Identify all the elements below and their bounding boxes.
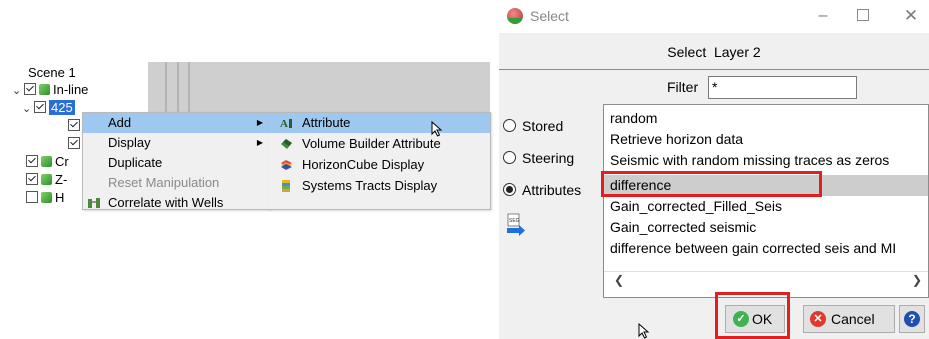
tree-item-label: H bbox=[55, 190, 65, 205]
radio-steering[interactable]: Steering bbox=[503, 148, 574, 168]
radio-label: Stored bbox=[522, 118, 564, 134]
checkbox[interactable] bbox=[26, 173, 38, 185]
submenu-item-horizoncube-display[interactable]: HorizonCube Display bbox=[268, 155, 490, 175]
radio-button[interactable] bbox=[503, 183, 516, 196]
tree-item-child[interactable] bbox=[68, 117, 83, 135]
checkbox[interactable] bbox=[26, 191, 38, 203]
chevron-down-icon[interactable]: ⌄ bbox=[22, 100, 34, 118]
list-item[interactable]: Seismic with random missing traces as ze… bbox=[610, 150, 889, 171]
menu-item-label: Duplicate bbox=[108, 155, 163, 170]
attribute-icon: A bbox=[280, 118, 292, 129]
cube-icon bbox=[41, 174, 52, 185]
title-bar: Select – ✕ bbox=[499, 0, 929, 33]
svg-text:SEG: SEG bbox=[509, 218, 520, 224]
submenu-item-systems-tracts-display[interactable]: Systems Tracts Display bbox=[268, 176, 490, 196]
menu-item-label: Add bbox=[108, 115, 132, 130]
menu-item-display[interactable]: Display ▶ bbox=[83, 133, 269, 153]
tree-item-inline[interactable]: ⌄ In-line bbox=[12, 81, 88, 99]
tree-item-cr[interactable]: Cr bbox=[26, 153, 69, 171]
maximize-icon bbox=[857, 9, 869, 21]
submenu-item-attribute[interactable]: A Attribute bbox=[268, 113, 490, 133]
app-icon bbox=[507, 8, 523, 24]
button-label: OK bbox=[752, 311, 773, 327]
list-item[interactable]: Gain_corrected_Filled_Seis bbox=[610, 196, 782, 217]
segy-arrow-button[interactable]: SEG bbox=[505, 213, 527, 237]
filter-input[interactable] bbox=[708, 76, 857, 99]
dialog-heading: Select Layer 2 bbox=[667, 44, 761, 60]
tree-item-425[interactable]: ⌄ 425 bbox=[22, 99, 75, 117]
menu-item-duplicate[interactable]: Duplicate bbox=[83, 153, 269, 173]
tree-item-scene[interactable]: Scene 1 bbox=[28, 64, 76, 82]
list-item[interactable]: Gain_corrected seismic bbox=[610, 217, 756, 238]
horizoncube-icon bbox=[281, 160, 292, 170]
tree-item-label: Z- bbox=[55, 172, 68, 187]
mouse-cursor-icon bbox=[431, 121, 443, 137]
checkbox[interactable] bbox=[68, 137, 80, 149]
menu-item-label: Reset Manipulation bbox=[108, 175, 220, 190]
attribute-list[interactable]: random Retrieve horizon data Seismic wit… bbox=[603, 104, 929, 298]
menu-item-label: Correlate with Wells bbox=[108, 195, 224, 210]
checkbox[interactable] bbox=[68, 119, 80, 131]
ok-button[interactable]: ✓ OK bbox=[725, 305, 785, 333]
checkbox[interactable] bbox=[24, 83, 36, 95]
menu-item-label: Systems Tracts Display bbox=[302, 178, 438, 193]
tree-item-child[interactable] bbox=[68, 135, 83, 153]
radio-stored[interactable]: Stored bbox=[503, 116, 563, 136]
volume-builder-icon bbox=[281, 139, 292, 149]
tree-item-label: Cr bbox=[55, 154, 69, 169]
tree-item-label: In-line bbox=[53, 82, 89, 97]
menu-item-correlate-with-wells[interactable]: Correlate with Wells bbox=[83, 193, 269, 210]
menu-item-reset-manipulation: Reset Manipulation bbox=[83, 173, 269, 193]
button-label: Cancel bbox=[831, 311, 875, 327]
filter-label: Filter bbox=[667, 79, 699, 95]
maximize-button[interactable] bbox=[853, 6, 873, 26]
list-item[interactable]: difference between gain corrected seis a… bbox=[610, 238, 896, 259]
horizontal-scrollbar[interactable]: ❮ ❯ bbox=[604, 271, 928, 289]
chevron-down-icon[interactable]: ⌄ bbox=[12, 82, 24, 100]
tree-item-z[interactable]: Z- bbox=[26, 171, 67, 189]
list-item-selected[interactable]: difference bbox=[604, 175, 928, 196]
checkbox[interactable] bbox=[34, 101, 46, 113]
cancel-icon: ✕ bbox=[810, 311, 826, 327]
submenu-arrow-icon: ▶ bbox=[256, 118, 263, 127]
minimize-button[interactable]: – bbox=[813, 6, 833, 26]
cube-icon bbox=[39, 84, 50, 95]
scroll-left-icon[interactable]: ❮ bbox=[614, 272, 624, 289]
submenu-arrow-icon: ▶ bbox=[256, 138, 263, 147]
systems-tracts-icon bbox=[282, 180, 290, 192]
cancel-button[interactable]: ✕ Cancel bbox=[803, 305, 895, 333]
menu-item-label: HorizonCube Display bbox=[302, 157, 425, 172]
menu-item-label: Attribute bbox=[302, 115, 351, 130]
correlate-icon bbox=[88, 198, 100, 208]
select-dialog: Select – ✕ Select Layer 2 Filter Stored … bbox=[499, 0, 929, 339]
tree-item-h[interactable]: H bbox=[26, 189, 64, 207]
mouse-cursor-icon bbox=[638, 323, 650, 339]
list-item[interactable]: random bbox=[610, 108, 657, 129]
help-icon: ? bbox=[904, 311, 920, 327]
tree-item-label: Scene 1 bbox=[28, 65, 76, 80]
svg-text:A: A bbox=[280, 118, 288, 129]
context-menu: Add ▶ Display ▶ Duplicate Reset Manipula… bbox=[82, 112, 270, 210]
tree-item-label: 425 bbox=[49, 100, 75, 115]
check-icon: ✓ bbox=[733, 311, 749, 327]
close-button[interactable]: ✕ bbox=[901, 6, 921, 26]
help-button[interactable]: ? bbox=[899, 305, 925, 333]
menu-item-label: Volume Builder Attribute bbox=[302, 136, 441, 151]
add-submenu: A Attribute Volume Builder Attribute Hor… bbox=[268, 112, 491, 210]
radio-attributes[interactable]: Attributes bbox=[503, 180, 581, 200]
radio-label: Attributes bbox=[522, 182, 582, 198]
separator bbox=[499, 69, 929, 70]
radio-label: Steering bbox=[522, 150, 575, 166]
cube-icon bbox=[41, 156, 52, 167]
scroll-right-icon[interactable]: ❯ bbox=[912, 272, 922, 289]
submenu-item-volume-builder-attribute[interactable]: Volume Builder Attribute bbox=[268, 134, 490, 154]
list-item[interactable]: Retrieve horizon data bbox=[610, 129, 743, 150]
menu-item-add[interactable]: Add ▶ bbox=[83, 113, 269, 133]
cube-icon bbox=[41, 192, 52, 203]
radio-button[interactable] bbox=[503, 151, 516, 164]
radio-button[interactable] bbox=[503, 119, 516, 132]
menu-item-label: Display bbox=[108, 135, 151, 150]
window-title: Select bbox=[530, 8, 569, 24]
checkbox[interactable] bbox=[26, 155, 38, 167]
